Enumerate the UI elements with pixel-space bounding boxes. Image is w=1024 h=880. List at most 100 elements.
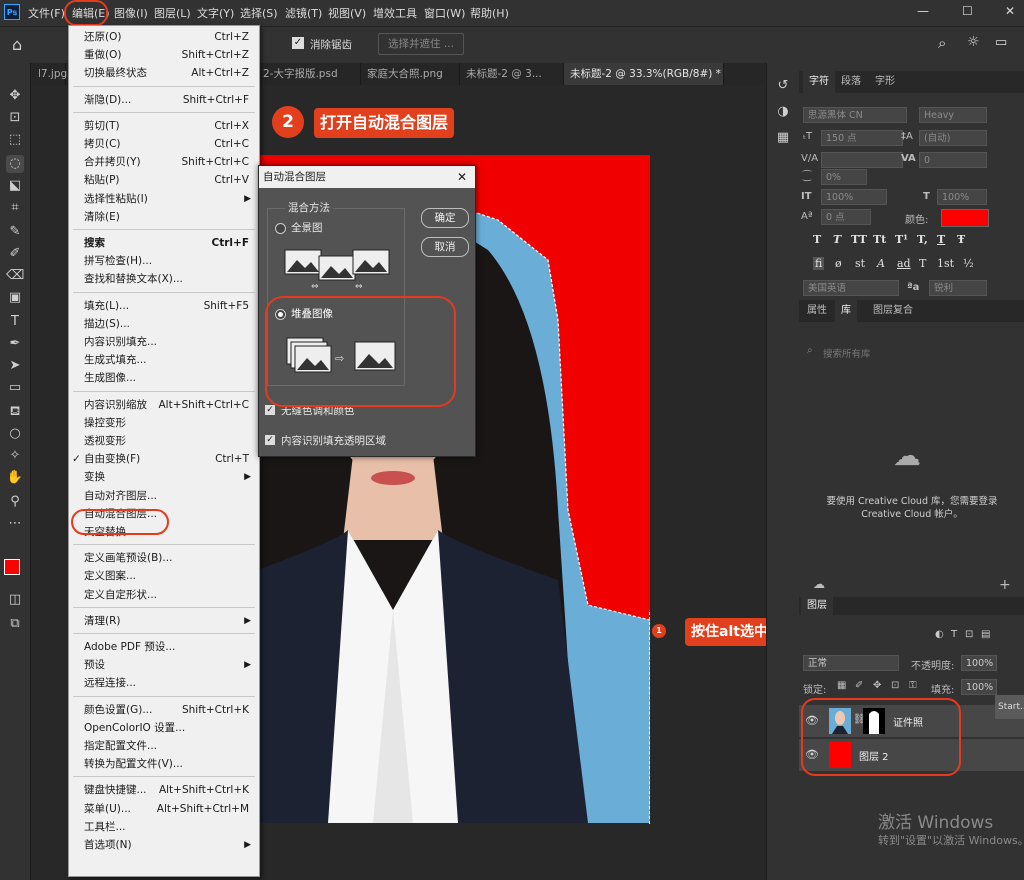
all-caps-button[interactable]: TT — [851, 233, 867, 246]
menu-plugins[interactable]: 增效工具 — [373, 5, 417, 21]
edit-menu-item[interactable]: 预设 ▶ — [84, 656, 251, 674]
edit-menu-item[interactable]: 填充(L)... Shift+F5 — [84, 297, 249, 315]
edit-menu-item[interactable]: 查找和替换文本(X)... — [84, 270, 249, 288]
library-search-input[interactable]: 搜索所有库 — [823, 346, 871, 360]
leading-field[interactable]: (自动) — [919, 130, 987, 146]
lock-pixels-icon[interactable]: ▦ — [837, 680, 846, 691]
move-tool-icon[interactable]: ✥ — [6, 87, 24, 105]
menu-view[interactable]: 视图(V) — [328, 5, 366, 21]
edit-menu-item[interactable]: Adobe PDF 预设... — [84, 638, 249, 656]
subscript-button[interactable]: T, — [917, 233, 928, 246]
strikethrough-button[interactable]: Ŧ — [957, 233, 965, 246]
menu-layer[interactable]: 图层(L) — [154, 5, 191, 21]
ok-button[interactable]: 确定 — [421, 208, 469, 228]
dialog-close-icon[interactable]: ✕ — [457, 166, 467, 188]
underline-button[interactable]: T — [937, 233, 945, 246]
fraction-button[interactable]: ½ — [963, 257, 974, 270]
edit-menu-item[interactable]: 转换为配置文件(V)... — [84, 755, 249, 773]
edit-menu-item[interactable]: 生成图像... — [84, 369, 249, 387]
lock-all-icon[interactable]: ⚿ — [909, 680, 917, 691]
edit-menu-item[interactable]: 颜色设置(G)... Shift+Ctrl+K — [84, 701, 249, 719]
opacity-field[interactable]: 100% — [961, 655, 997, 671]
menu-image[interactable]: 图像(I) — [114, 5, 148, 21]
lock-position-icon[interactable]: ✥ — [873, 680, 881, 691]
quick-mask-icon[interactable]: ◫ — [6, 591, 24, 609]
seamless-checkbox[interactable]: ✓ — [265, 405, 275, 415]
ordinal-button[interactable]: 1st — [937, 257, 954, 270]
edit-menu-item[interactable]: 粘贴(P) Ctrl+V — [84, 171, 249, 189]
font-style-select[interactable]: Heavy — [919, 107, 987, 123]
discretionary-button[interactable]: st — [855, 257, 865, 270]
edit-menu-item[interactable]: 工具栏... — [84, 818, 249, 836]
kerning-field[interactable] — [821, 152, 903, 168]
marquee-tool-icon[interactable]: ⬚ — [6, 131, 24, 149]
edit-menu-item[interactable]: 剪切(T) Ctrl+X — [84, 117, 249, 135]
tab-untitled-2a[interactable]: 未标题-2 @ 3... — [460, 63, 564, 85]
font-family-select[interactable]: 思源黑体 CN — [803, 107, 907, 123]
edit-menu-item[interactable]: 描边(S)... — [84, 315, 249, 333]
panorama-radio[interactable] — [275, 223, 286, 234]
edit-menu-item[interactable]: 键盘快捷键... Alt+Shift+Ctrl+K — [84, 781, 249, 799]
add-library-icon[interactable]: + — [999, 577, 1011, 593]
tab-properties[interactable]: 属性 — [801, 300, 833, 322]
fill-field[interactable]: 100% — [961, 679, 997, 695]
menu-window[interactable]: 窗口(W) — [424, 5, 465, 21]
menu-filter[interactable]: 滤镜(T) — [285, 5, 322, 21]
edit-menu-item[interactable]: 拷贝(C) Ctrl+C — [84, 135, 249, 153]
baseline-field[interactable]: 0 点 — [821, 209, 871, 225]
font-size-field[interactable]: 150 点 — [821, 130, 903, 146]
edit-menu-item[interactable]: 定义画笔预设(B)... — [84, 549, 249, 567]
menu-type[interactable]: 文字(Y) — [197, 5, 234, 21]
lock-paint-icon[interactable]: ✐ — [855, 680, 863, 691]
tab-character[interactable]: 字符 — [803, 71, 835, 93]
hand-tool-icon[interactable]: ✋ — [6, 469, 24, 487]
object-select-tool-icon[interactable]: ⬕ — [6, 177, 24, 195]
workspace-icon[interactable]: ▭ — [995, 35, 1007, 50]
contextual-button[interactable]: ø — [835, 257, 842, 270]
edit-menu-item[interactable]: 菜单(U)... Alt+Shift+Ctrl+M — [84, 800, 249, 818]
edit-menu-item[interactable]: 清理(R) ▶ — [84, 612, 251, 630]
pen-tool-icon[interactable]: ✒ — [6, 335, 24, 353]
close-window-button[interactable]: ✕ — [1005, 4, 1015, 18]
rectangle-tool-icon[interactable]: ▭ — [6, 379, 24, 397]
home-icon[interactable]: ⌂ — [12, 35, 22, 54]
search-icon[interactable]: ⌕ — [938, 34, 946, 52]
antialias-select[interactable]: 锐利 — [929, 280, 987, 296]
small-caps-button[interactable]: Tt — [873, 233, 886, 246]
tsume-field[interactable]: 0% — [821, 169, 867, 185]
faux-italic-button[interactable]: T — [833, 233, 841, 246]
type-tool-icon[interactable]: T — [6, 313, 24, 331]
edit-menu-item[interactable]: 操控变形 — [84, 414, 249, 432]
language-select[interactable]: 美国英语 — [803, 280, 899, 296]
more-tools-icon[interactable]: ⋯ — [6, 515, 24, 533]
menu-select[interactable]: 选择(S) — [240, 5, 278, 21]
edit-menu-item[interactable]: 清除(E) — [84, 208, 249, 226]
edit-menu-item[interactable]: 合并拷贝(Y) Shift+Ctrl+C — [84, 153, 249, 171]
antialias-checkbox[interactable]: ✓ — [292, 37, 304, 49]
edit-menu-item[interactable]: 内容识别填充... — [84, 333, 249, 351]
tab-layer-comps[interactable]: 图层复合 — [867, 300, 919, 322]
horizontal-scale-field[interactable]: 100% — [937, 189, 987, 205]
vertical-scale-field[interactable]: 100% — [821, 189, 887, 205]
edit-menu-item[interactable]: 切换最终状态 Alt+Ctrl+Z — [84, 64, 249, 82]
edit-menu-item[interactable]: 拼写检查(H)... — [84, 252, 249, 270]
lasso-tool-icon[interactable]: ◌ — [6, 155, 24, 173]
select-and-mask-button[interactable]: 选择并遮住 ... — [378, 33, 464, 55]
lock-artboard-icon[interactable]: ⊡ — [891, 680, 899, 691]
crop-tool-icon[interactable]: ⌗ — [6, 199, 24, 217]
path-select-tool-icon[interactable]: ➤ — [6, 357, 24, 375]
stylistic-button[interactable]: ad — [897, 257, 911, 270]
zoom-tool-icon[interactable]: ⚲ — [6, 493, 24, 511]
edit-menu-item[interactable]: 自由变换(F) Ctrl+T ✓ — [72, 450, 249, 468]
maximize-button[interactable]: ☐ — [962, 4, 973, 18]
edit-menu-item[interactable]: 远程连接... — [84, 674, 249, 692]
edit-menu-item[interactable]: 内容识别缩放 Alt+Shift+Ctrl+C — [84, 396, 249, 414]
edit-menu-item[interactable]: 定义图案... — [84, 567, 249, 585]
brush-tool-icon[interactable]: ✐ — [6, 245, 24, 263]
tab-glyphs[interactable]: 字形 — [869, 71, 901, 93]
lightbulb-icon[interactable]: ☼ — [967, 34, 980, 50]
superscript-button[interactable]: T¹ — [895, 233, 908, 246]
edit-menu-item[interactable]: 还原(O) Ctrl+Z — [84, 28, 249, 46]
tab-layers[interactable]: 图层 — [801, 597, 833, 615]
foreground-color-swatch[interactable] — [4, 559, 20, 575]
